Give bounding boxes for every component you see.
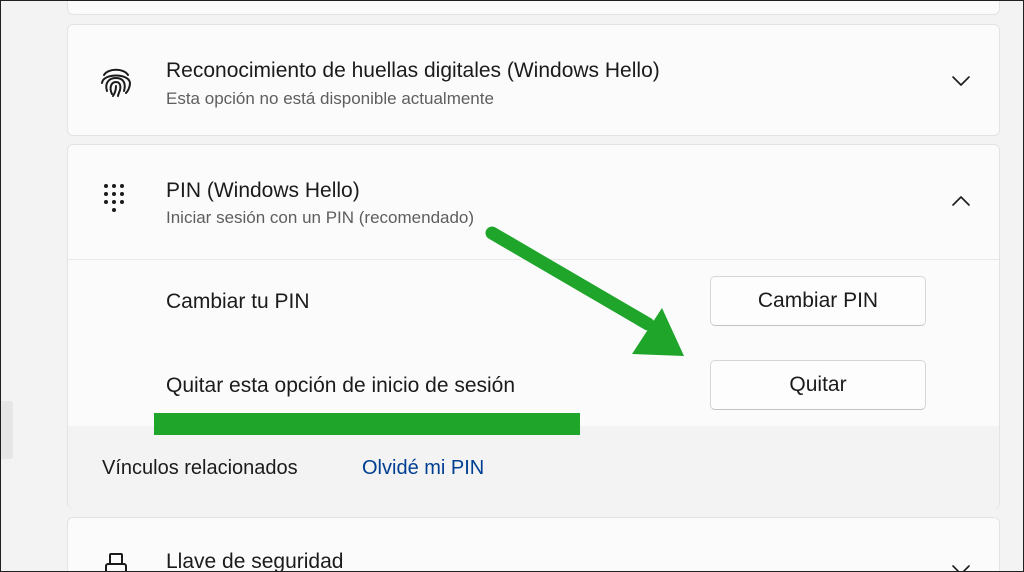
remove-pin-button[interactable]: Quitar	[710, 360, 926, 410]
navigation-scroll-stub	[1, 401, 13, 459]
fingerprint-setting-card[interactable]: Reconocimiento de huellas digitales (Win…	[67, 24, 1000, 136]
pin-setting-card: PIN (Windows Hello) Iniciar sesión con u…	[67, 144, 1000, 509]
change-pin-button[interactable]: Cambiar PIN	[710, 276, 926, 326]
security-key-setting-card[interactable]: Llave de seguridad	[67, 517, 1000, 572]
usb-key-icon	[105, 553, 127, 571]
security-key-title: Llave de seguridad	[166, 550, 344, 572]
pin-subtitle: Iniciar sesión con un PIN (recomendado)	[166, 208, 475, 227]
previous-setting-card	[67, 1, 1000, 15]
change-pin-label: Cambiar tu PIN	[166, 290, 310, 313]
chevron-down-icon[interactable]	[949, 558, 973, 572]
fingerprint-title: Reconocimiento de huellas digitales (Win…	[166, 59, 660, 82]
keypad-icon	[104, 184, 124, 212]
related-links-label: Vínculos relacionados	[102, 457, 298, 479]
chevron-up-icon[interactable]	[949, 189, 973, 213]
fingerprint-icon	[101, 68, 132, 97]
pin-header[interactable]: PIN (Windows Hello) Iniciar sesión con u…	[68, 145, 999, 260]
remove-pin-label: Quitar esta opción de inicio de sesión	[166, 374, 516, 397]
forgot-pin-link[interactable]: Olvidé mi PIN	[362, 457, 484, 480]
settings-window: Reconocimiento de huellas digitales (Win…	[0, 0, 1024, 572]
fingerprint-header[interactable]: Reconocimiento de huellas digitales (Win…	[68, 25, 999, 137]
pin-title: PIN (Windows Hello)	[166, 179, 360, 202]
fingerprint-subtitle: Esta opción no está disponible actualmen…	[166, 89, 494, 108]
related-links-section: Vínculos relacionados Olvidé mi PIN	[68, 426, 999, 509]
chevron-down-icon[interactable]	[949, 69, 973, 93]
